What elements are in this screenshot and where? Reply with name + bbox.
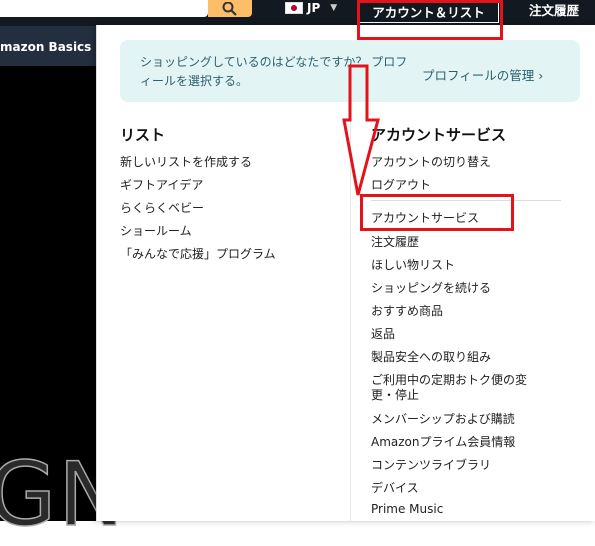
annotation-arrow (342, 64, 380, 196)
down-arrow-icon (342, 64, 380, 196)
